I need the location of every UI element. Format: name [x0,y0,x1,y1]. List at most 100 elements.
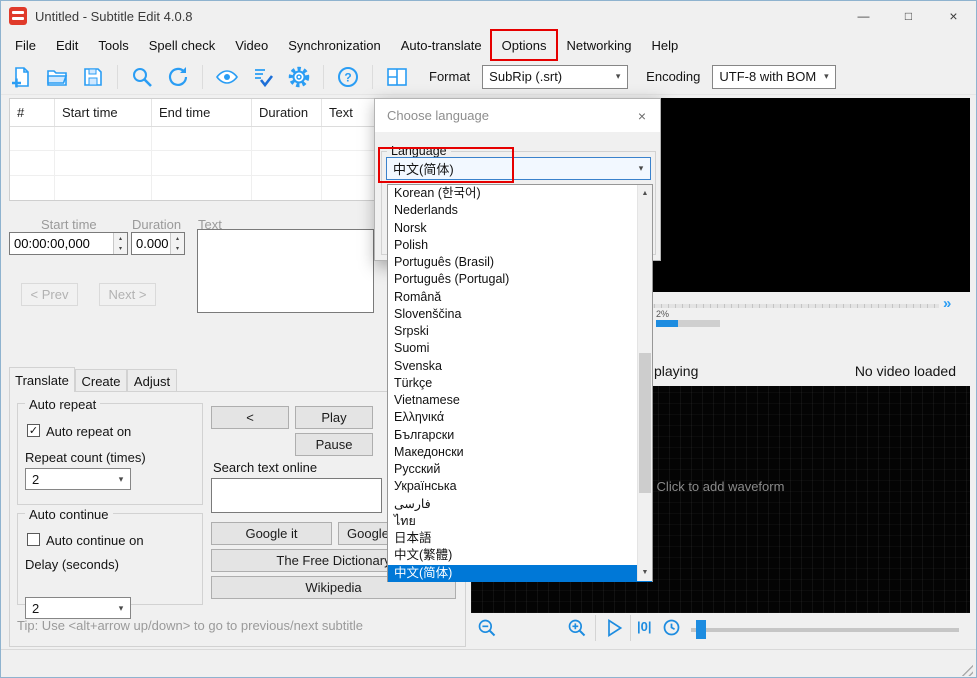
visual-sync-icon[interactable] [215,65,239,89]
start-time-stepper[interactable]: ▴▾ [9,232,128,255]
close-button[interactable]: × [931,1,976,31]
spin-down-icon[interactable]: ▾ [114,244,127,255]
play-from-zero-icon[interactable]: |0| [637,619,652,634]
language-option[interactable]: Македонски [388,444,652,461]
open-file-icon[interactable] [45,65,69,89]
pause-button[interactable]: Pause [295,433,373,456]
spin-up-icon[interactable]: ▴ [171,233,184,244]
language-option[interactable]: ไทย [388,513,652,530]
waveform-play-icon[interactable] [604,618,624,638]
window-title: Untitled - Subtitle Edit 4.0.8 [35,9,193,24]
volume-slider[interactable] [656,320,720,327]
language-option[interactable]: Srpski [388,323,652,340]
language-option[interactable]: Korean (한국어) [388,185,652,202]
stepper-arrows[interactable]: ▴▾ [170,233,184,254]
delay-select[interactable]: 2 ▾ [25,597,131,619]
resize-grip[interactable] [961,664,973,676]
format-select[interactable]: SubRip (.srt) ▾ [482,65,628,89]
search-online-input[interactable] [211,478,382,513]
language-option[interactable]: Português (Brasil) [388,254,652,271]
help-icon[interactable]: ? [336,65,360,89]
language-option[interactable]: Português (Portugal) [388,271,652,288]
language-option[interactable]: Български [388,427,652,444]
auto-continue-checkbox-label[interactable]: Auto continue on [46,533,144,548]
repeat-count-select[interactable]: 2 ▾ [25,468,131,490]
language-option[interactable]: Polish [388,237,652,254]
spin-up-icon[interactable]: ▴ [114,233,127,244]
language-option[interactable]: 日本語 [388,530,652,547]
play-button[interactable]: Play [295,406,373,429]
language-option[interactable]: Vietnamese [388,392,652,409]
language-option[interactable]: Українська [388,478,652,495]
slider-thumb[interactable] [696,620,706,639]
column-header-end-time[interactable]: End time [152,99,252,126]
stepper-arrows[interactable]: ▴▾ [113,233,127,254]
language-option[interactable]: Norsk [388,220,652,237]
auto-repeat-checkbox-label[interactable]: Auto repeat on [46,424,131,439]
column-header-duration[interactable]: Duration [252,99,322,126]
spin-down-icon[interactable]: ▾ [171,244,184,255]
start-time-input[interactable] [10,233,112,254]
column-header-start-time[interactable]: Start time [55,99,152,126]
layout-icon[interactable] [385,65,409,89]
tab-create[interactable]: Create [75,369,127,392]
duration-input[interactable] [132,233,169,254]
language-option[interactable]: Ελληνικά [388,409,652,426]
tab-adjust[interactable]: Adjust [127,369,177,392]
auto-repeat-checkbox[interactable]: ✓ [27,424,40,437]
volume-text: 2% [656,309,669,319]
subtitle-text-editor[interactable] [197,229,374,313]
language-option[interactable]: Svenska [388,358,652,375]
menu-item-networking[interactable]: Networking [556,31,641,59]
language-option[interactable]: Română [388,289,652,306]
scroll-up-icon[interactable]: ▲ [638,185,652,202]
language-option[interactable]: 中文(繁體) [388,547,652,564]
toolbar-separator [117,65,118,89]
zoom-out-icon[interactable] [477,618,497,638]
menu-item-video[interactable]: Video [225,31,278,59]
next-button[interactable]: Next > [99,283,156,306]
menu-item-spell-check[interactable]: Spell check [139,31,225,59]
new-file-icon[interactable] [9,65,33,89]
dropdown-scrollbar[interactable]: ▲ ▼ [637,185,652,581]
duration-stepper[interactable]: ▴▾ [131,232,185,255]
back-button[interactable]: < [211,406,289,429]
minimize-button[interactable]: — [841,1,886,31]
waveform-position-slider[interactable] [691,628,959,632]
dialog-title-bar[interactable]: Choose language [375,99,660,132]
tab-translate[interactable]: Translate [9,367,75,392]
language-option[interactable]: Türkçe [388,375,652,392]
language-option[interactable]: Slovenščina [388,306,652,323]
settings-gear-icon[interactable] [287,65,311,89]
google-it-button[interactable]: Google it [211,522,332,545]
encoding-select[interactable]: UTF-8 with BOM ▾ [712,65,836,89]
spell-check-icon[interactable] [251,65,275,89]
language-option[interactable]: Русский [388,461,652,478]
save-icon[interactable] [81,65,105,89]
menu-item-help[interactable]: Help [642,31,689,59]
menu-item-auto-translate[interactable]: Auto-translate [391,31,492,59]
menu-item-file[interactable]: File [5,31,46,59]
language-option[interactable]: Suomi [388,340,652,357]
menu-item-tools[interactable]: Tools [88,31,138,59]
zoom-in-icon[interactable] [567,618,587,638]
toolbar-separator [372,65,373,89]
column-header-number[interactable]: # [10,99,55,126]
replace-icon[interactable] [166,65,190,89]
tip-text: Tip: Use <alt+arrow up/down> to go to pr… [17,618,363,633]
menu-item-edit[interactable]: Edit [46,31,88,59]
playback-timer-icon[interactable] [661,617,682,638]
find-icon[interactable] [130,65,154,89]
scrollbar-thumb[interactable] [639,353,651,493]
language-option-selected[interactable]: 中文(简体) [388,565,652,582]
maximize-button[interactable]: □ [886,1,931,31]
scroll-down-icon[interactable]: ▼ [638,564,652,581]
prev-button[interactable]: < Prev [21,283,78,306]
fast-forward-icon[interactable]: » [943,295,951,312]
dialog-close-button[interactable]: × [632,106,652,126]
language-option[interactable]: Nederlands [388,202,652,219]
language-option[interactable]: فارسی [388,496,652,513]
auto-continue-checkbox[interactable] [27,533,40,546]
menu-item-options[interactable]: Options [492,31,557,59]
menu-item-synchronization[interactable]: Synchronization [278,31,391,59]
